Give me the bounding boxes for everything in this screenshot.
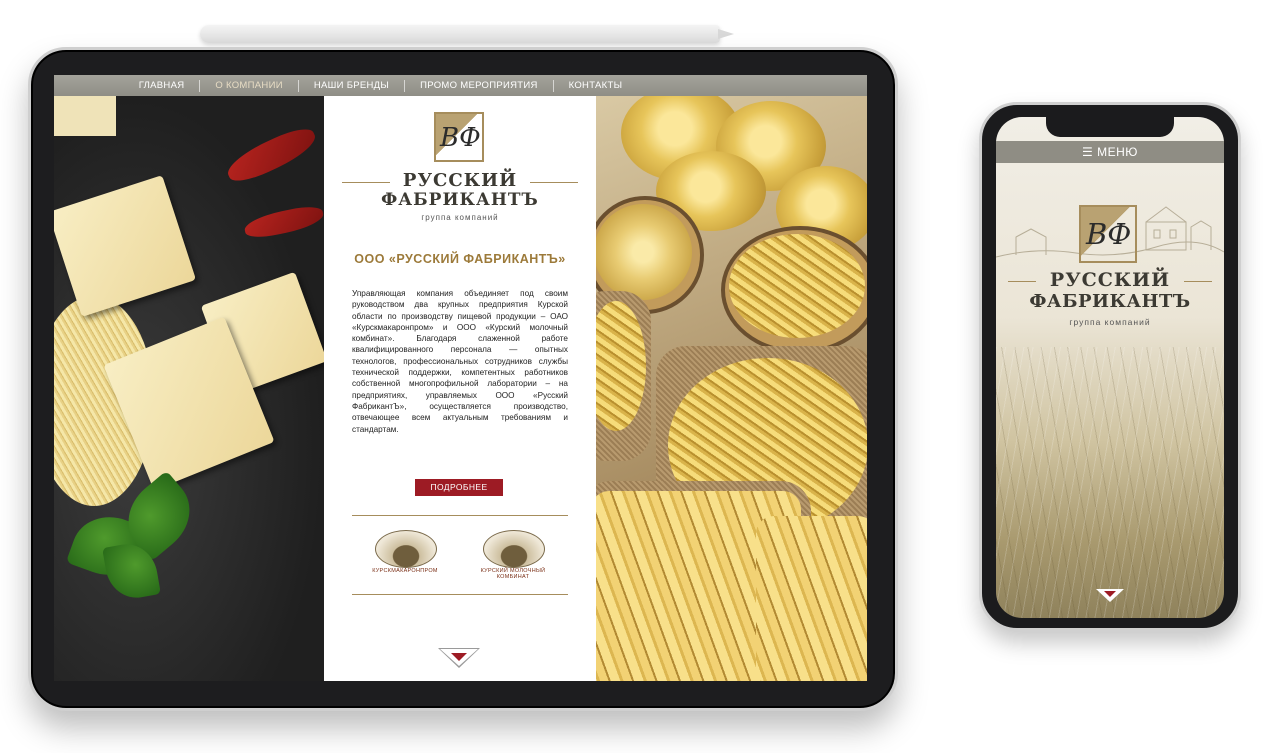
brand-subtitle: группа компаний bbox=[421, 213, 499, 222]
brand-name-line1: РУССКИЙ bbox=[402, 170, 518, 191]
scroll-down-arrow-icon[interactable] bbox=[1096, 589, 1124, 602]
about-text: Управляющая компания объединяет под свои… bbox=[352, 289, 568, 434]
brand-name-line2: ФАБРИКАНТЪ bbox=[381, 190, 539, 210]
paper-decor bbox=[54, 96, 116, 136]
cheese-block bbox=[54, 175, 197, 317]
mobile-brand-line2: ФАБРИКАНТЪ bbox=[1029, 291, 1191, 312]
pasta-photo bbox=[596, 96, 867, 681]
stylus-pencil bbox=[200, 25, 734, 43]
company-title: ООО «РУССКИЙ ФАБРИКАНТЪ» bbox=[354, 252, 566, 266]
farm-emblem-icon bbox=[483, 530, 545, 568]
top-navigation: ГЛАВНАЯ О КОМПАНИИ НАШИ БРЕНДЫ ПРОМО МЕР… bbox=[54, 75, 867, 96]
mobile-menu-button[interactable]: ☰ МЕНЮ bbox=[996, 141, 1224, 163]
wheat-field-background bbox=[996, 347, 1224, 618]
nav-item-brands[interactable]: НАШИ БРЕНДЫ bbox=[297, 79, 404, 92]
conchiglie-pasta bbox=[596, 204, 692, 300]
mobile-brand-subtitle: группа компаний bbox=[1069, 317, 1151, 327]
partner-name: КУРСКИЙ МОЛОЧНЫЙ КОМБИНАТ bbox=[480, 568, 546, 580]
tablet-screen: ГЛАВНАЯ О КОМПАНИИ НАШИ БРЕНДЫ ПРОМО МЕР… bbox=[54, 75, 867, 681]
farfalle-pasta bbox=[729, 234, 865, 338]
nav-item-contacts[interactable]: КОНТАКТЫ bbox=[552, 79, 638, 92]
partner-logo-kursk-pasta[interactable]: КУРСКМАКАРОНПРОМ bbox=[360, 528, 450, 578]
tablet-device: ГЛАВНАЯ О КОМПАНИИ НАШИ БРЕНДЫ ПРОМО МЕР… bbox=[28, 47, 898, 711]
phone-device: ☰ МЕНЮ ВФ РУССКИЙ ФАБРИКАНТЪ группа комп… bbox=[979, 102, 1241, 631]
more-button[interactable]: ПОДРОБНЕЕ bbox=[415, 479, 503, 496]
partner-logo-kursk-dairy[interactable]: КУРСКИЙ МОЛОЧНЫЙ КОМБИНАТ bbox=[468, 528, 558, 580]
phone-screen: ☰ МЕНЮ ВФ РУССКИЙ ФАБРИКАНТЪ группа комп… bbox=[996, 117, 1224, 618]
tree-emblem-icon bbox=[375, 530, 437, 568]
cheese-photo bbox=[54, 96, 324, 681]
nav-item-home[interactable]: ГЛАВНАЯ bbox=[124, 80, 200, 92]
phone-notch bbox=[1046, 117, 1174, 137]
chili-pepper bbox=[242, 202, 324, 242]
nav-item-about[interactable]: О КОМПАНИИ bbox=[199, 79, 297, 92]
partners-divider-bottom bbox=[352, 594, 568, 595]
penne-pasta bbox=[756, 516, 867, 681]
brand-monogram-icon: ВФ bbox=[434, 112, 484, 162]
brand-monogram-icon: ВФ bbox=[1079, 205, 1137, 263]
partner-name: КУРСКМАКАРОНПРОМ bbox=[372, 568, 438, 574]
chili-pepper bbox=[222, 122, 321, 188]
scroll-down-arrow-icon[interactable] bbox=[438, 648, 480, 668]
monogram-text: ВФ bbox=[1085, 217, 1131, 251]
nav-item-promo[interactable]: ПРОМО МЕРОПРИЯТИЯ bbox=[404, 79, 553, 92]
partners-divider-top bbox=[352, 515, 568, 516]
mobile-brand-line1: РУССКИЙ bbox=[1049, 269, 1171, 291]
about-panel: ВФ РУССКИЙ ФАБРИКАНТЪ группа компаний ОО… bbox=[324, 96, 596, 681]
monogram-text: ВФ bbox=[439, 123, 481, 153]
